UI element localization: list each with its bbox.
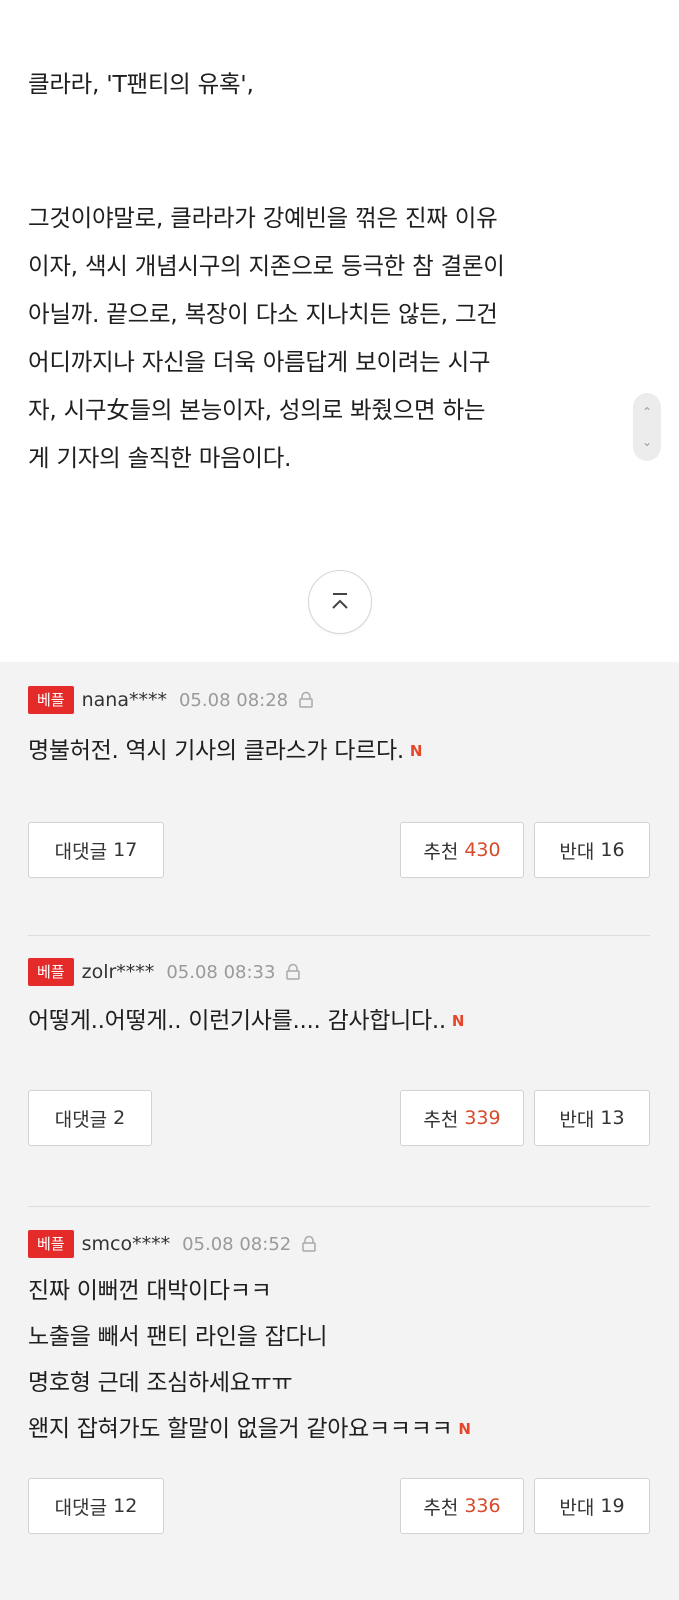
like-label: 추천 bbox=[423, 1496, 459, 1519]
new-mark-icon: N bbox=[451, 1012, 465, 1030]
scroll-up-icon[interactable]: ⌃ bbox=[642, 406, 652, 418]
comment-line: 명불허전. 역시 기사의 클라스가 다르다. bbox=[28, 738, 404, 764]
comment-line: 어떻게..어떻게.. 이런기사를.... 감사합니다.. bbox=[28, 1008, 446, 1034]
comment-meta: 베플 zolr**** 05.08 08:33 bbox=[28, 958, 301, 986]
reply-label: 대댓글 bbox=[54, 1496, 108, 1519]
reply-button[interactable]: 대댓글 2 bbox=[28, 1090, 152, 1146]
comment-meta: 베플 nana**** 05.08 08:28 bbox=[28, 686, 314, 714]
article-line: 아닐까. 끝으로, 복장이 다소 지나치든 않든, 그건 bbox=[28, 300, 498, 328]
scroll-widget[interactable]: ⌃ ⌄ bbox=[633, 393, 661, 461]
dislike-count: 16 bbox=[600, 839, 625, 861]
article-paragraph-2: 그것이야말로, 클라라가 강예빈을 꺾은 진짜 이유 이자, 색시 개념시구의 … bbox=[28, 194, 505, 482]
comment-divider bbox=[28, 1206, 650, 1207]
dislike-button[interactable]: 반대 13 bbox=[534, 1090, 650, 1146]
best-badge: 베플 bbox=[28, 686, 74, 714]
article-paragraph-1: 클라라, 'T팬티의 유혹', bbox=[28, 60, 254, 108]
comment-text: 진짜 이뻐껀 대박이다ㅋㅋ 노출을 빼서 팬티 라인을 잡다니 명호형 근데 조… bbox=[28, 1268, 471, 1452]
comment-list: 베플 nana**** 05.08 08:28 명불허전. 역시 기사의 클라스… bbox=[0, 662, 679, 1600]
best-badge: 베플 bbox=[28, 958, 74, 986]
reply-count: 2 bbox=[113, 1107, 126, 1129]
dislike-button[interactable]: 반대 16 bbox=[534, 822, 650, 878]
article-line: 게 기자의 솔직한 마음이다. bbox=[28, 444, 292, 472]
scroll-down-icon[interactable]: ⌄ bbox=[642, 436, 652, 448]
comment-time: 05.08 08:52 bbox=[182, 1233, 292, 1255]
comment-line: 진짜 이뻐껀 대박이다ㅋㅋ bbox=[28, 1278, 272, 1304]
article-line: 이자, 색시 개념시구의 지존으로 등극한 참 결론이 bbox=[28, 252, 505, 280]
dislike-label: 반대 bbox=[559, 840, 595, 863]
scroll-to-top-button[interactable] bbox=[308, 570, 372, 634]
comment-time: 05.08 08:28 bbox=[178, 689, 289, 711]
like-label: 추천 bbox=[423, 840, 459, 863]
article-line: 클라라, 'T팬티의 유혹', bbox=[28, 70, 254, 98]
comment-text: 어떻게..어떻게.. 이런기사를.... 감사합니다.. N bbox=[28, 998, 464, 1044]
lock-icon bbox=[286, 963, 301, 980]
comment-text: 명불허전. 역시 기사의 클라스가 다르다. N bbox=[28, 728, 422, 774]
comment-nickname[interactable]: smco**** bbox=[82, 1233, 170, 1255]
article-line: 그것이야말로, 클라라가 강예빈을 꺾은 진짜 이유 bbox=[28, 204, 498, 232]
like-count: 430 bbox=[464, 839, 501, 861]
reply-button[interactable]: 대댓글 12 bbox=[28, 1478, 164, 1534]
article-body: 클라라, 'T팬티의 유혹', 그것이야말로, 클라라가 강예빈을 꺾은 진짜 … bbox=[0, 0, 679, 662]
new-mark-icon: N bbox=[458, 1420, 471, 1438]
best-badge: 베플 bbox=[28, 1230, 74, 1258]
reply-label: 대댓글 bbox=[54, 840, 108, 863]
like-count: 339 bbox=[464, 1107, 501, 1129]
like-button[interactable]: 추천 339 bbox=[400, 1090, 524, 1146]
comment-divider bbox=[28, 935, 650, 936]
article-line: 어디까지나 자신을 더욱 아름답게 보이려는 시구 bbox=[28, 348, 491, 376]
like-button[interactable]: 추천 336 bbox=[400, 1478, 524, 1534]
chevron-up-icon bbox=[332, 593, 348, 609]
lock-icon bbox=[299, 691, 313, 708]
article-line: 자, 시구女들의 본능이자, 성의로 봐줬으면 하는 bbox=[28, 396, 486, 424]
dislike-count: 13 bbox=[600, 1107, 625, 1129]
reply-count: 17 bbox=[113, 839, 138, 861]
comment-meta: 베플 smco**** 05.08 08:52 bbox=[28, 1230, 317, 1258]
dislike-label: 반대 bbox=[559, 1108, 595, 1131]
dislike-button[interactable]: 반대 19 bbox=[534, 1478, 650, 1534]
comment-nickname[interactable]: zolr**** bbox=[82, 961, 155, 983]
like-count: 336 bbox=[464, 1495, 501, 1517]
reply-label: 대댓글 bbox=[54, 1108, 108, 1131]
comment-line: 왠지 잡혀가도 할말이 없을거 같아요ㅋㅋㅋㅋ bbox=[28, 1416, 453, 1442]
comment-line: 명호형 근데 조심하세요ㅠㅠ bbox=[28, 1370, 293, 1396]
comment-nickname[interactable]: nana**** bbox=[82, 689, 167, 711]
comment-line: 노출을 빼서 팬티 라인을 잡다니 bbox=[28, 1324, 328, 1350]
dislike-label: 반대 bbox=[559, 1496, 595, 1519]
new-mark-icon: N bbox=[409, 742, 423, 760]
dislike-count: 19 bbox=[600, 1495, 625, 1517]
comment-time: 05.08 08:33 bbox=[166, 961, 276, 983]
reply-count: 12 bbox=[113, 1495, 138, 1517]
lock-icon bbox=[302, 1235, 316, 1252]
reply-button[interactable]: 대댓글 17 bbox=[28, 822, 164, 878]
like-label: 추천 bbox=[423, 1108, 459, 1131]
like-button[interactable]: 추천 430 bbox=[400, 822, 524, 878]
